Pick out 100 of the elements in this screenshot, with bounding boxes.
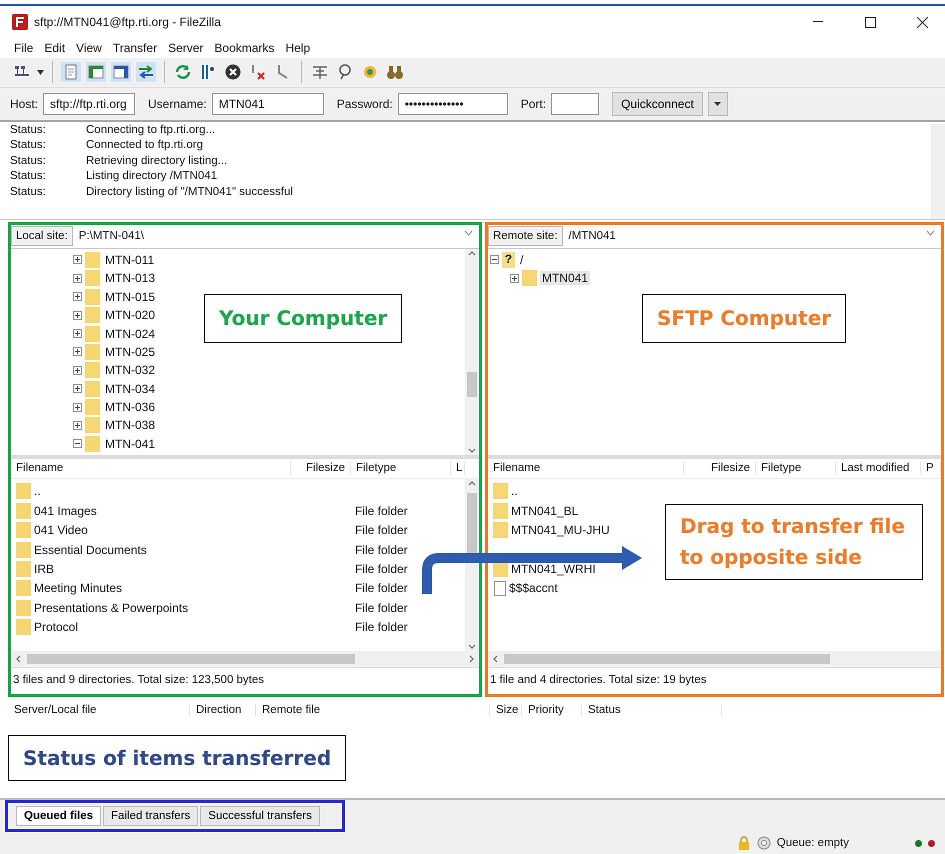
scroll-left-icon[interactable] xyxy=(490,654,499,663)
tab[interactable]: Queued files xyxy=(16,806,102,826)
expand-icon[interactable] xyxy=(73,384,82,394)
scrollbar[interactable] xyxy=(464,248,479,455)
scroll-thumb[interactable] xyxy=(504,654,830,664)
caret-icon xyxy=(714,102,722,106)
expand-icon[interactable] xyxy=(73,292,82,302)
tree-item[interactable]: / xyxy=(518,252,526,267)
file-name[interactable]: Presentations & Powerpoints xyxy=(34,600,188,615)
tree-item[interactable]: MTN-011 xyxy=(103,252,156,267)
scroll-down-icon[interactable] xyxy=(468,642,476,651)
expand-icon[interactable] xyxy=(73,420,82,430)
expand-icon[interactable] xyxy=(73,366,82,375)
column-header[interactable]: Direction xyxy=(190,704,256,716)
folder-icon xyxy=(16,561,31,578)
menu-item[interactable]: File xyxy=(14,40,34,55)
column-header[interactable]: Filetype xyxy=(756,462,836,474)
column-header[interactable]: Remote file xyxy=(256,704,490,716)
collapse-icon[interactable] xyxy=(490,255,499,264)
host-field[interactable]: sftp://ftp.rti.org xyxy=(43,92,136,115)
tree-item[interactable]: MTN-041 xyxy=(103,436,158,451)
tree-item[interactable]: MTN-036 xyxy=(103,400,158,414)
scroll-right-icon[interactable] xyxy=(468,654,476,663)
scrollbar[interactable] xyxy=(464,478,479,651)
expand-icon[interactable] xyxy=(73,255,82,264)
column-header[interactable]: Filename xyxy=(11,462,291,474)
file-name[interactable]: .. xyxy=(34,484,41,498)
password-field[interactable]: •••••••••••••• xyxy=(398,92,508,115)
menu-item[interactable]: View xyxy=(76,40,102,55)
scroll-left-icon[interactable] xyxy=(14,654,22,663)
file-name[interactable]: 041 Images xyxy=(34,504,97,518)
file-name[interactable]: MTN041_BL xyxy=(510,504,578,518)
menu-item[interactable]: Edit xyxy=(44,40,66,55)
message-log-icon[interactable] xyxy=(61,62,81,82)
column-header[interactable]: Status xyxy=(582,704,722,716)
column-header[interactable]: Filetype xyxy=(350,462,451,474)
quickconnect-button[interactable]: Quickconnect xyxy=(612,92,703,116)
column-header[interactable]: Last modified xyxy=(836,462,921,474)
folder-icon xyxy=(522,270,537,286)
remote-tree-icon[interactable] xyxy=(111,62,131,82)
cancel-icon[interactable] xyxy=(223,62,243,82)
file-name[interactable]: Essential Documents xyxy=(34,542,147,557)
scroll-thumb[interactable] xyxy=(466,372,477,398)
tree-item[interactable]: MTN-034 xyxy=(103,382,158,396)
tree-item[interactable]: MTN-015 xyxy=(103,290,158,304)
expand-icon[interactable] xyxy=(73,310,82,320)
tree-item[interactable]: MTN-025 xyxy=(103,344,158,359)
collapse-icon[interactable] xyxy=(73,439,82,448)
menu-item[interactable]: Help xyxy=(285,40,310,55)
menu-item[interactable]: Transfer xyxy=(112,40,158,55)
expand-icon[interactable] xyxy=(510,274,519,283)
file-name[interactable]: Meeting Minutes xyxy=(34,581,122,596)
tree-item[interactable]: MTN-032 xyxy=(103,363,158,378)
tree-item[interactable]: MTN041 xyxy=(540,271,590,286)
menu-item[interactable]: Server xyxy=(168,40,204,55)
folder-icon xyxy=(85,362,100,378)
port-field[interactable] xyxy=(551,92,600,115)
column-header[interactable]: Size xyxy=(490,704,522,716)
column-header[interactable]: Priority xyxy=(522,704,582,716)
scroll-up-icon[interactable] xyxy=(468,248,476,257)
expand-icon[interactable] xyxy=(73,347,82,356)
dropdown-button[interactable] xyxy=(708,92,728,116)
menu-item[interactable]: Bookmarks xyxy=(214,40,274,55)
callout-label: Your Computer xyxy=(204,294,402,343)
tab[interactable]: Successful transfers xyxy=(200,806,320,826)
tree-item[interactable]: MTN-020 xyxy=(103,308,158,322)
column-header[interactable]: Filesize xyxy=(290,462,351,474)
scrollbar[interactable] xyxy=(11,650,479,667)
scrollbar[interactable] xyxy=(488,650,941,667)
scroll-thumb[interactable] xyxy=(27,654,355,664)
tree-item[interactable]: MTN-038 xyxy=(103,418,158,432)
file-name[interactable]: .. xyxy=(510,484,518,498)
file-name[interactable]: IRB xyxy=(34,562,54,576)
file-name[interactable]: 041 Video xyxy=(34,523,88,538)
expand-icon[interactable] xyxy=(73,329,82,338)
tab[interactable]: Failed transfers xyxy=(103,806,198,826)
column-header[interactable]: P xyxy=(921,462,941,474)
username-field[interactable]: MTN041 xyxy=(212,92,324,115)
file-name[interactable]: Protocol xyxy=(34,620,78,634)
column-header[interactable]: Server/Local file xyxy=(8,704,190,716)
scroll-down-icon[interactable] xyxy=(468,446,476,455)
column-header[interactable]: L xyxy=(450,462,465,474)
site-path-field[interactable]: /MTN041 xyxy=(562,230,941,242)
file-name[interactable]: MTN041_WRHI xyxy=(510,562,596,576)
expand-icon[interactable] xyxy=(73,274,82,283)
column-header[interactable]: Filename xyxy=(488,462,684,474)
file-name[interactable]: MTN041_MU-JHU xyxy=(510,523,610,538)
tree-item[interactable]: MTN-024 xyxy=(103,326,158,341)
local-tree-icon[interactable] xyxy=(86,62,106,82)
unknown-folder-icon: ? xyxy=(502,252,515,268)
transfer-queue-icon[interactable] xyxy=(136,62,156,82)
caret-icon[interactable] xyxy=(37,70,44,75)
scroll-up-icon[interactable] xyxy=(468,478,476,487)
column-header[interactable]: Filesize xyxy=(684,462,756,474)
scrollbar[interactable] xyxy=(931,124,945,219)
site-path-field[interactable]: P:\MTN-041\ xyxy=(72,230,479,242)
expand-icon[interactable] xyxy=(73,402,82,412)
file-name[interactable]: $$$accnt xyxy=(508,581,558,596)
log-label: Status: xyxy=(10,124,47,138)
tree-item[interactable]: MTN-013 xyxy=(103,271,158,286)
